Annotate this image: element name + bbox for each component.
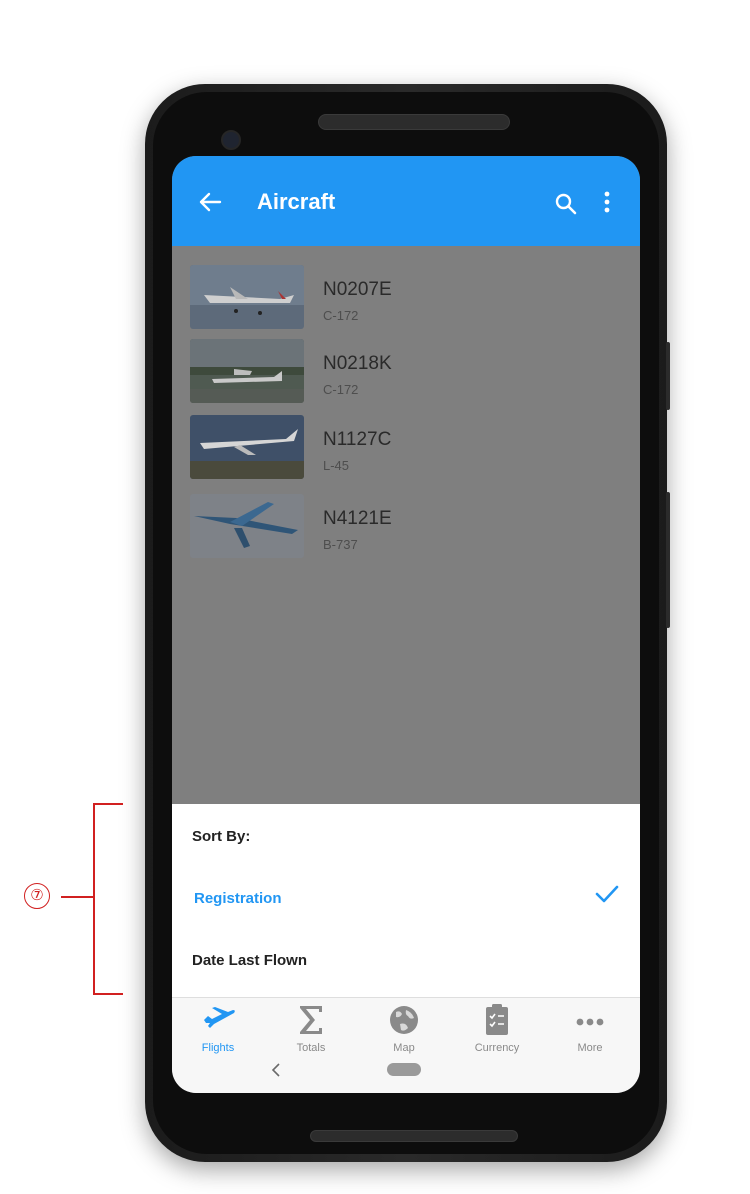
earpiece-speaker	[318, 114, 510, 130]
tab-label: Totals	[296, 1042, 326, 1054]
aircraft-registration: N4121E	[323, 508, 392, 529]
annotation-bracket	[93, 803, 123, 995]
search-icon[interactable]	[554, 192, 578, 216]
aircraft-photo	[190, 415, 304, 479]
aircraft-registration: N0218K	[323, 353, 392, 374]
tab-label: More	[577, 1042, 603, 1054]
app-bar: Aircraft	[172, 156, 640, 246]
bottom-speaker	[310, 1130, 518, 1142]
aircraft-registration: N0207E	[323, 279, 392, 300]
clipboard-checklist-icon	[486, 1004, 508, 1035]
overflow-menu-icon[interactable]	[603, 191, 611, 213]
sort-bottom-sheet: Sort By: Registration Date Last Flown	[172, 804, 640, 997]
phone-screen: Aircraft N0207E C-172 N0218K C-172 N1127…	[172, 156, 640, 1093]
sigma-icon	[300, 1006, 322, 1034]
aircraft-registration: N1127C	[323, 429, 392, 450]
tab-map[interactable]: Map	[364, 1002, 444, 1054]
tab-currency[interactable]: Currency	[457, 1002, 537, 1054]
tab-label: Currency	[474, 1042, 520, 1054]
aircraft-model: L-45	[323, 458, 350, 473]
aircraft-model: B-737	[323, 537, 358, 552]
aircraft-photo	[190, 339, 304, 403]
sort-option-date-last-flown[interactable]: Date Last Flown	[192, 952, 307, 969]
aircraft-model: C-172	[323, 382, 359, 397]
checkmark-icon	[595, 885, 619, 903]
system-back-icon[interactable]	[270, 1062, 282, 1078]
volume-button	[666, 492, 670, 628]
aircraft-row[interactable]: N4121E B-737	[190, 494, 620, 558]
aircraft-row[interactable]: N0218K C-172	[190, 339, 620, 403]
sort-heading: Sort By:	[192, 828, 251, 845]
system-home-pill[interactable]	[387, 1063, 421, 1076]
aircraft-row[interactable]: N0207E C-172	[190, 265, 620, 329]
tab-totals[interactable]: Totals	[271, 1002, 351, 1054]
page-title: Aircraft	[257, 189, 336, 214]
more-dots-icon	[576, 1018, 604, 1026]
airplane-icon	[204, 1007, 235, 1028]
aircraft-model: C-172	[323, 308, 359, 323]
tab-more[interactable]: More	[550, 1002, 630, 1054]
sort-option-registration[interactable]: Registration	[194, 890, 282, 907]
tab-label: Map	[393, 1042, 415, 1054]
bottom-navigation: Flights Totals Map Currency More	[172, 997, 640, 1093]
annotation-number: ⑦	[24, 883, 50, 909]
power-button	[666, 342, 670, 410]
annotation-connector	[61, 896, 93, 898]
aircraft-row[interactable]: N1127C L-45	[190, 415, 620, 479]
aircraft-photo	[190, 494, 304, 558]
back-arrow-icon[interactable]	[198, 192, 222, 212]
tab-flights[interactable]: Flights	[178, 1002, 258, 1054]
globe-icon	[390, 1006, 418, 1034]
tab-label: Flights	[201, 1042, 235, 1054]
front-camera-icon	[221, 130, 241, 150]
aircraft-photo	[190, 265, 304, 329]
